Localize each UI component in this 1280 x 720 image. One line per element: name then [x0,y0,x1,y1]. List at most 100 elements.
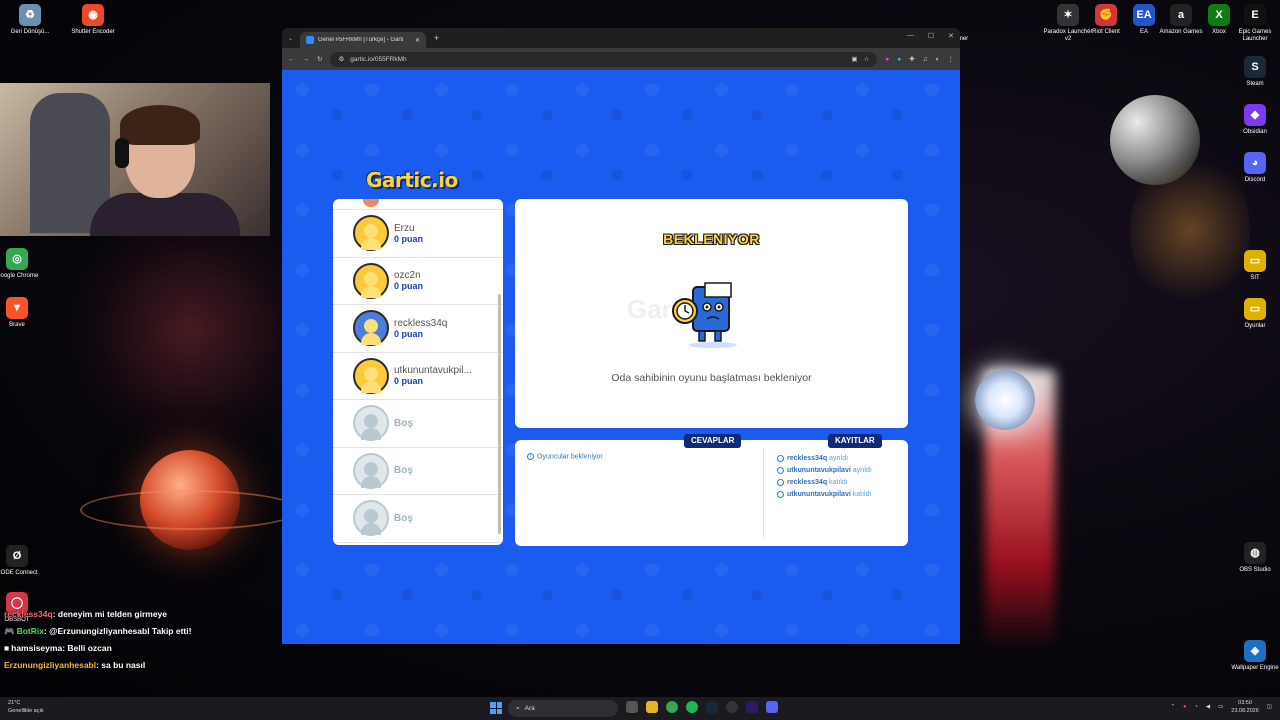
log-action: ayrıldı [829,455,849,462]
desktop-icon-geri-d-n-[interactable]: ♻ Geri Dönüşü... [4,4,56,36]
tab-close-icon[interactable]: ✕ [415,37,420,44]
player-info: Erzu 0 puan [394,223,423,244]
taskbar-search[interactable]: ⌕ Ara [508,700,618,717]
task-view-icon[interactable] [626,701,638,713]
clock-date: 23.08.2026 [1231,708,1259,714]
player-score: 0 puan [394,328,424,339]
webcam-person-body [90,193,240,236]
waiting-mascot-icon [672,282,737,348]
log-action: ayrıldı [852,467,872,474]
mic-icon[interactable]: ● [1183,704,1186,710]
desktop-icon-brave[interactable]: ▼ Brave [0,297,43,329]
desktop-icon-steam[interactable]: S Steam [1229,56,1280,88]
logs-tab[interactable]: KAYITLAR [828,434,882,448]
network-icon[interactable]: ◔ [1195,704,1198,710]
close-window-button[interactable]: ✕ [948,32,954,40]
player-row[interactable]: Boş [333,400,503,448]
discord-taskbar-icon[interactable] [766,701,778,713]
app-icon: E [1244,4,1266,26]
partial-avatar [363,199,379,207]
log-username[interactable]: utkununtavukpilavi [787,467,851,474]
player-row[interactable]: Boş [333,495,503,543]
desktop-icon-google-chrome[interactable]: ◎ Google Chrome [0,248,43,280]
battery-icon[interactable]: ▭ [1218,704,1223,710]
app-icon: ♻ [19,4,41,26]
log-entry: i utkununtavukpilavi katıldı [777,489,872,501]
desktop-icon-label: RODE Connect [0,570,38,576]
desktop-icon-wallpaper-engine[interactable]: ◈ Wallpaper Engine [1229,640,1280,672]
tray-expand-icon[interactable]: ⌃ [1171,704,1176,710]
forward-button[interactable]: → [303,56,310,63]
player-info: Boş [394,513,413,524]
info-icon: i [777,490,784,498]
player-rows: Erzu 0 puan ozc2n 0 puan reckless34q 0 puan ut… [333,210,503,543]
player-row[interactable]: utkununtavukpil... 0 puan [333,353,503,400]
premiere-taskbar-icon[interactable] [746,701,758,713]
player-list-scrollbar[interactable] [498,294,501,534]
desktop-icon-obs-studio[interactable]: ◍ OBS Studio [1229,542,1280,574]
desktop-icon-label: Wallpaper Engine [1231,665,1279,671]
player-info: Boş [394,418,413,429]
weather-widget[interactable]: 21°C Genellikle açık [8,699,44,715]
windows-start-icon[interactable] [490,702,502,714]
empty-slot-avatar [353,452,389,489]
chat-text: : sa bu nasıl [96,660,146,670]
volume-icon[interactable]: ◀ [1206,704,1210,710]
desktop-icon-label: Epic Games Launcher [1238,29,1272,42]
notification-icon[interactable]: ◫ [1267,704,1272,710]
back-button[interactable]: ← [288,56,295,63]
waiting-message: Oda sahibinin oyunu başlatması bekleniyo… [611,372,812,384]
extension-icon[interactable]: ● [885,56,889,63]
player-row[interactable]: ozc2n 0 puan [333,258,503,305]
media-control-icon[interactable]: ♫ [923,56,928,63]
desktop-icon-rode-connect[interactable]: Ø RODE Connect [0,545,43,577]
install-app-icon[interactable]: ▣ [851,55,857,63]
clock[interactable]: 03:50 23.08.2026 [1231,699,1259,715]
player-row[interactable]: reckless34q 0 puan [333,305,503,353]
desktop-icon-label: Steam [1246,81,1264,87]
profile-avatar-icon[interactable]: ◐ [936,56,940,63]
player-row[interactable]: Erzu 0 puan [333,210,503,258]
chat-text: : Belli ozcan [62,643,112,653]
steam-taskbar-icon[interactable] [706,701,718,713]
new-tab-button[interactable]: + [434,33,439,43]
player-row[interactable]: Boş [333,448,503,495]
desktop-icon-oyunlar[interactable]: ▭ Oyunlar [1229,298,1280,330]
desktop-icon-label: Oyunlar [1244,323,1266,329]
app-icon: ◆ [1244,104,1266,126]
minimize-button[interactable]: — [907,32,914,40]
spotify-taskbar-icon[interactable] [686,701,698,713]
extensions-puzzle-icon[interactable]: ✚ [909,55,914,63]
extension-icon-2[interactable]: ● [897,56,901,63]
answers-tab[interactable]: CEVAPLAR [684,434,742,448]
chrome-taskbar-icon[interactable] [666,701,678,713]
desktop-icon-sit[interactable]: ▭ SIT [1229,250,1280,282]
search-placeholder: Ara [524,705,535,712]
reload-button[interactable]: ↻ [317,55,322,63]
maximize-button[interactable]: ☐ [928,32,934,40]
desktop-icon-obsidian[interactable]: ◆ Obsidian [1229,104,1280,136]
gartic-logo[interactable]: Gartic.io [366,168,458,192]
favicon-icon [306,36,314,44]
desktop-icon-label: Obsidian [1243,129,1267,135]
obs-taskbar-icon[interactable] [726,701,738,713]
log-username[interactable]: utkununtavukpilavi [787,491,851,498]
bookmark-star-icon[interactable]: ☆ [864,55,870,63]
file-explorer-icon[interactable] [646,701,658,713]
taskbar: 21°C Genellikle açık ⌕ Ara ⌃ ● ◔ ◀ ▭ 03:… [0,697,1280,720]
desktop-icon-shutter-encoder[interactable]: ◉ Shutter Encoder [67,4,119,36]
url-bar[interactable]: ⚙ gartic.io/055FRkMh ▣ ☆ [330,51,878,67]
log-username[interactable]: reckless34q [787,479,827,486]
browser-tab-active[interactable]: Genel #5FRkMh [Türkçe] - Garti ✕ [300,32,426,48]
app-icon: ✶ [1057,4,1079,26]
browser-menu-icon[interactable]: ⋮ [948,55,955,63]
log-username[interactable]: reckless34q [787,455,827,462]
info-icon: i [527,453,534,460]
player-avatar [353,310,389,347]
address-toolbar: ← → ↻ ⚙ gartic.io/055FRkMh ▣ ☆ ● ● ✚ ♫ ◐… [282,48,960,70]
desktop-icon-discord[interactable]: ◕ Discord [1229,152,1280,184]
search-icon: ⌕ [516,704,520,712]
desktop-icon-epic-games-launcher[interactable]: E Epic Games Launcher [1229,4,1280,43]
site-info-icon[interactable]: ⚙ [338,55,344,63]
tab-list-icon[interactable]: ⌄ [288,35,300,42]
